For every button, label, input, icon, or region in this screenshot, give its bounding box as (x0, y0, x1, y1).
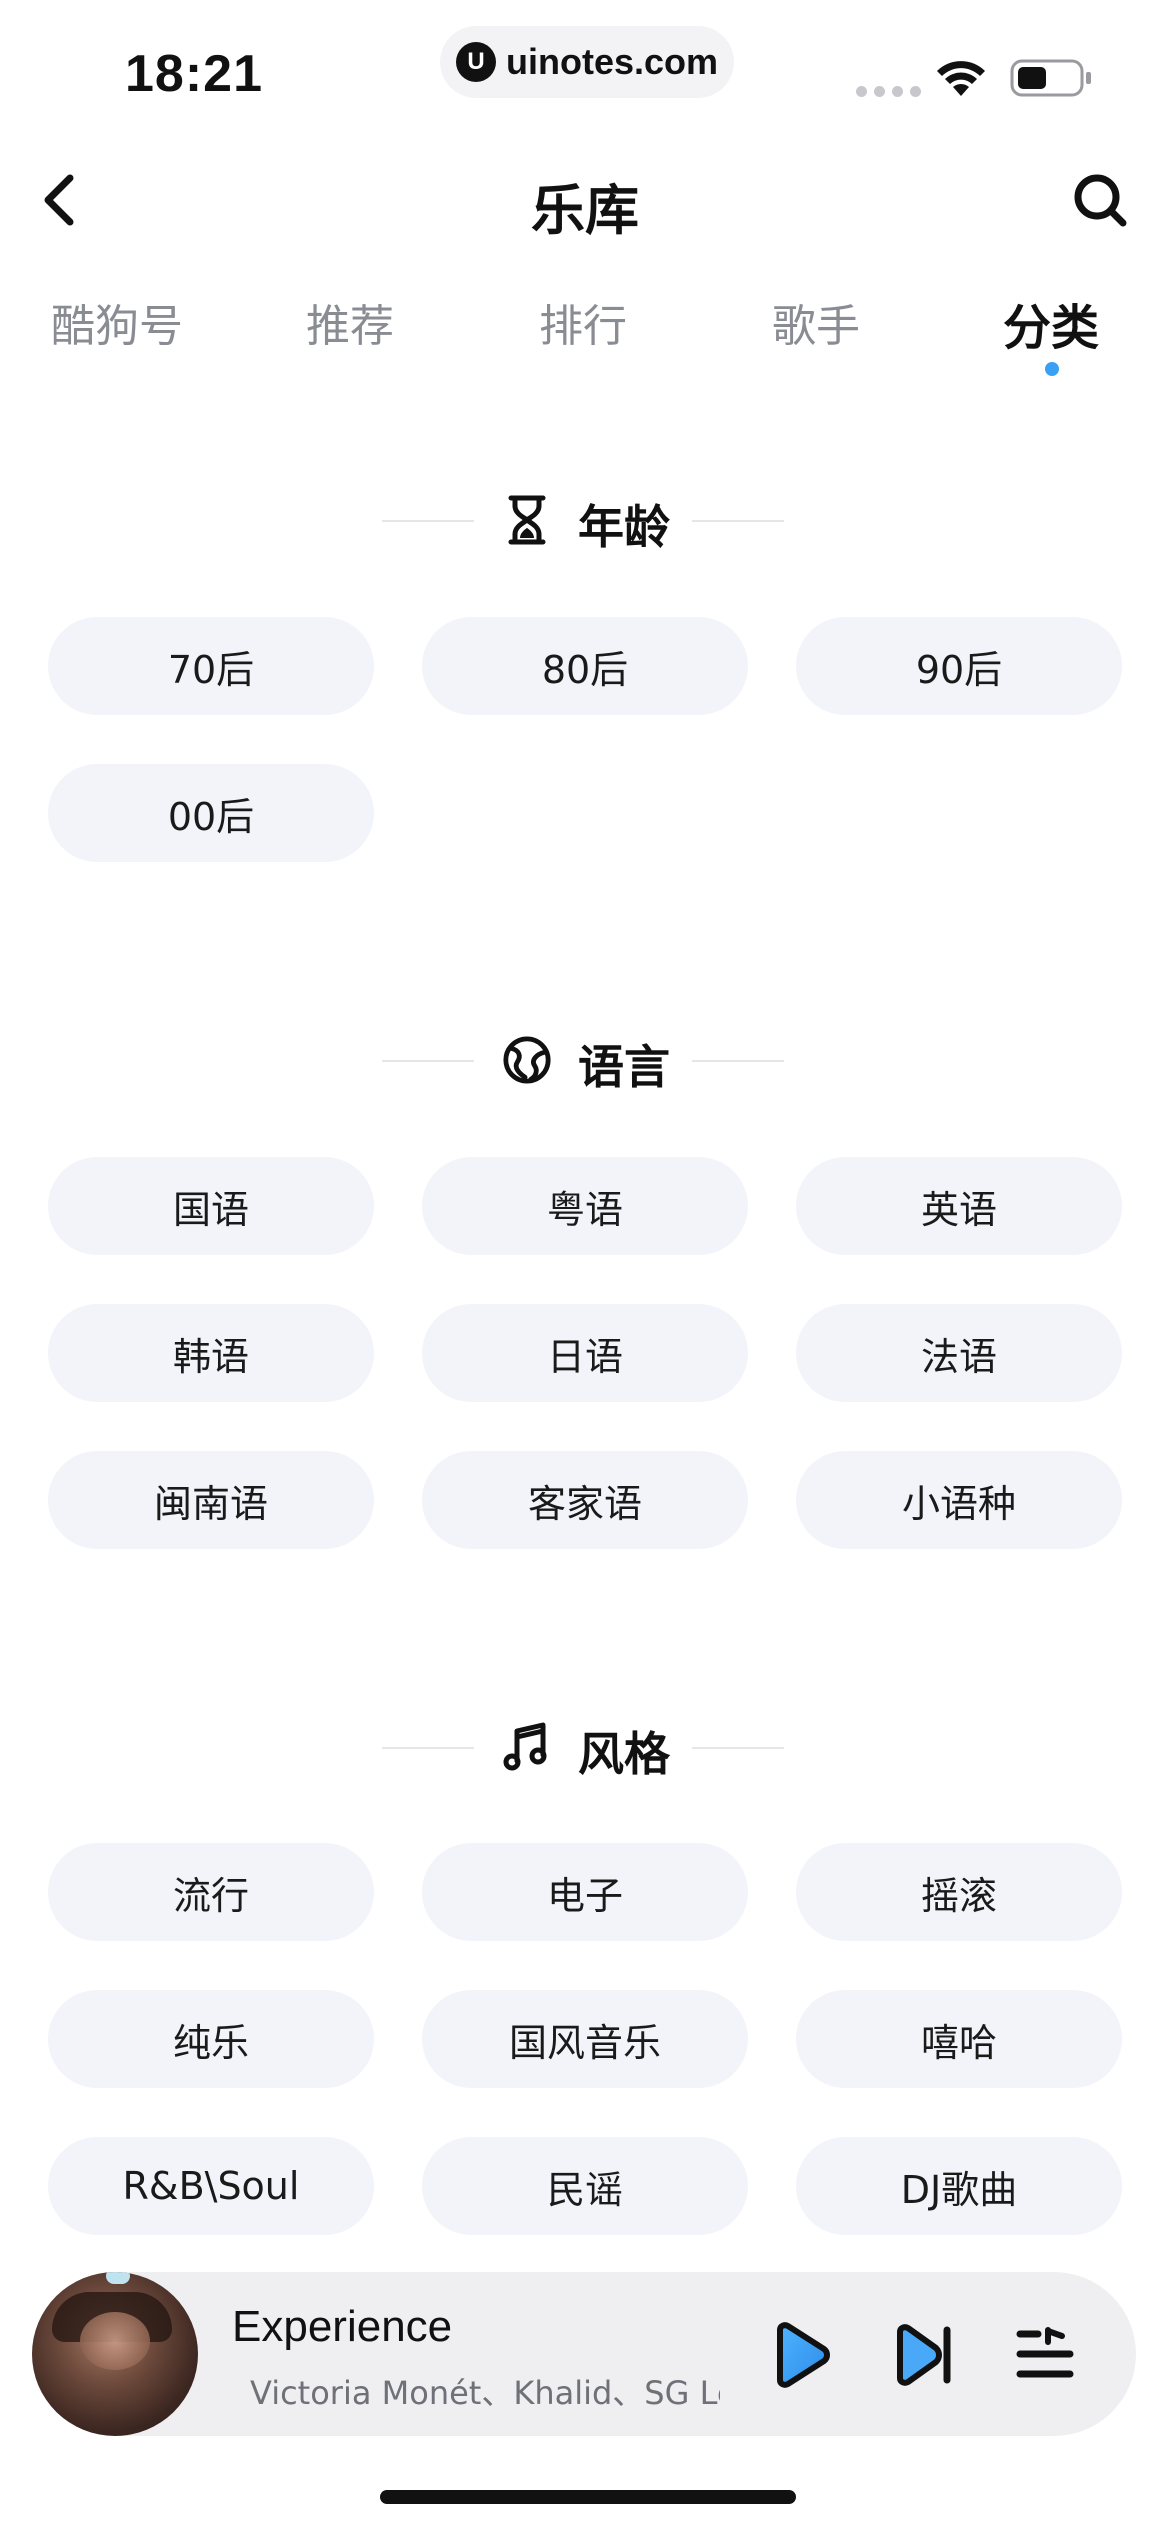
chip-hiphop[interactable]: 嘻哈 (796, 1990, 1122, 2088)
tab-active-indicator (1045, 362, 1059, 376)
section-title: 风格 (578, 1727, 670, 1781)
url-pill[interactable]: U uinotes.com (440, 26, 734, 98)
divider (692, 1060, 784, 1062)
url-text: uinotes.com (505, 41, 719, 82)
play-icon[interactable] (768, 2322, 832, 2388)
home-indicator[interactable] (380, 2490, 796, 2504)
globe-icon (502, 1035, 552, 1085)
tab-ranking[interactable]: 排行 (468, 290, 698, 354)
chip-electronic[interactable]: 电子 (422, 1843, 748, 1941)
header: 乐库 (0, 150, 1170, 250)
wifi-icon (937, 61, 985, 96)
divider (692, 1747, 784, 1749)
chip-folk[interactable]: 民谣 (422, 2137, 748, 2235)
hourglass-icon (502, 495, 552, 545)
tab-kugou-id[interactable]: 酷狗号 (2, 290, 232, 354)
album-cover[interactable] (32, 2272, 198, 2436)
section-heading-age: 年龄 (0, 485, 1170, 555)
status-bar: 18:21 U uinotes.com (0, 0, 1170, 140)
page-title: 乐库 (531, 179, 639, 242)
section-title: 语言 (578, 1040, 670, 1094)
divider (382, 520, 474, 522)
mini-player[interactable]: Experience Victoria Monét、Khalid、SG Lewi… (32, 2272, 1136, 2436)
section-heading-language: 语言 (0, 1025, 1170, 1095)
search-button[interactable] (1068, 168, 1132, 232)
divider (382, 1747, 474, 1749)
skip-next-icon[interactable] (894, 2324, 954, 2386)
chip-chinese-style[interactable]: 国风音乐 (422, 1990, 748, 2088)
track-artist: Victoria Monét、Khalid、SG Lewis (250, 2374, 720, 2412)
chip-french[interactable]: 法语 (796, 1304, 1122, 1402)
chip-mandarin[interactable]: 国语 (48, 1157, 374, 1255)
tab-categories[interactable]: 分类 (936, 288, 1166, 358)
chip-90s[interactable]: 90后 (796, 617, 1122, 715)
chip-minnan[interactable]: 闽南语 (48, 1451, 374, 1549)
chip-70s[interactable]: 70后 (48, 617, 374, 715)
battery-icon (1010, 59, 1091, 97)
chip-pop[interactable]: 流行 (48, 1843, 374, 1941)
tab-recommend[interactable]: 推荐 (235, 290, 465, 354)
tab-bar: 酷狗号 推荐 排行 歌手 分类 (0, 290, 1170, 380)
playlist-icon[interactable] (1016, 2326, 1074, 2382)
chip-rnb-soul[interactable]: R&B\Soul (48, 2137, 374, 2235)
site-logo-icon: U (455, 42, 496, 82)
chip-korean[interactable]: 韩语 (48, 1304, 374, 1402)
section-heading-style: 风格 (0, 1712, 1170, 1782)
chip-00s[interactable]: 00后 (48, 764, 374, 862)
cellular-signal-icon (856, 86, 921, 97)
divider (692, 520, 784, 522)
status-time: 18:21 (125, 45, 263, 103)
divider (382, 1060, 474, 1062)
chip-instrumental[interactable]: 纯乐 (48, 1990, 374, 2088)
chip-rock[interactable]: 摇滚 (796, 1843, 1122, 1941)
chip-japanese[interactable]: 日语 (422, 1304, 748, 1402)
section-title: 年龄 (578, 500, 670, 554)
chip-hakka[interactable]: 客家语 (422, 1451, 748, 1549)
chip-cantonese[interactable]: 粤语 (422, 1157, 748, 1255)
chip-80s[interactable]: 80后 (422, 617, 748, 715)
track-title: Experience (232, 2302, 453, 2351)
chip-minor-languages[interactable]: 小语种 (796, 1451, 1122, 1549)
chip-english[interactable]: 英语 (796, 1157, 1122, 1255)
tab-singers[interactable]: 歌手 (701, 290, 931, 354)
music-note-icon (502, 1722, 552, 1772)
search-icon (1074, 174, 1127, 227)
chip-dj-songs[interactable]: DJ歌曲 (796, 2137, 1122, 2235)
